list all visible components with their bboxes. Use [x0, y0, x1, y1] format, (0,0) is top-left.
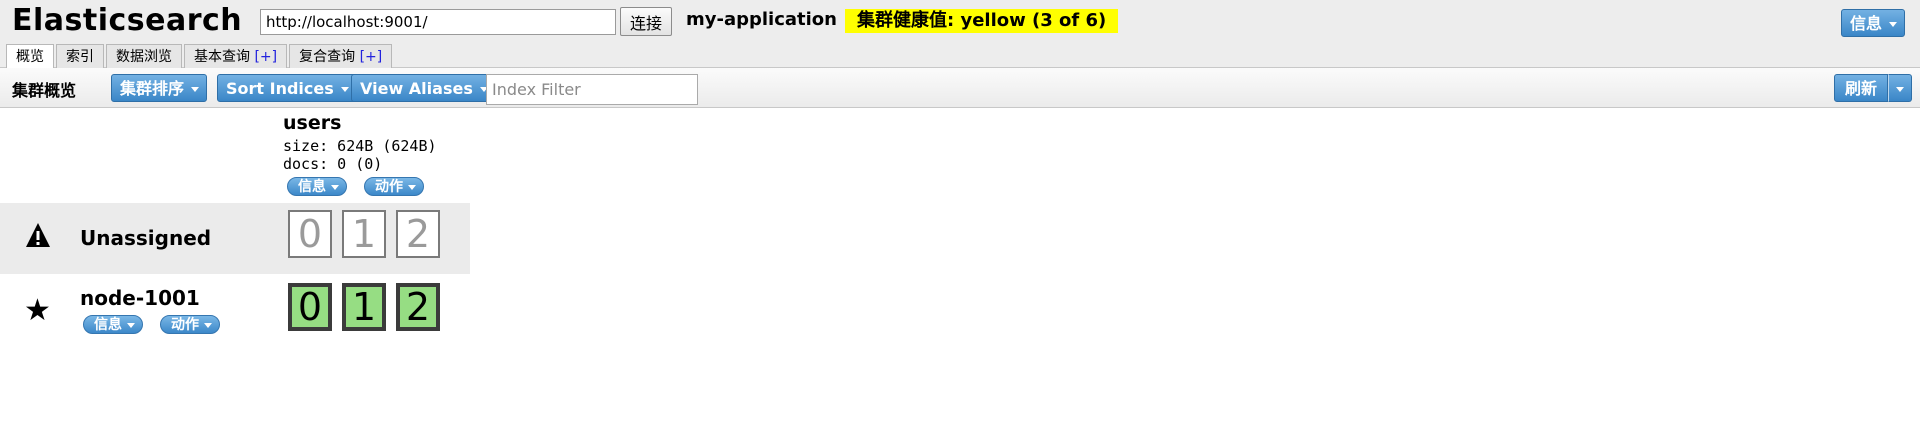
- tab-compound-query[interactable]: 复合查询 [+]: [289, 44, 393, 68]
- caret-down-icon: [340, 87, 349, 92]
- top-bar: Elasticsearch 连接 my-application 集群健康值: y…: [0, 0, 1920, 69]
- app-title: Elasticsearch: [12, 3, 243, 38]
- connect-button[interactable]: 连接: [620, 7, 672, 36]
- tab-overview[interactable]: 概览: [6, 44, 54, 69]
- tab-indices[interactable]: 索引: [56, 44, 104, 68]
- caret-down-icon: [204, 323, 212, 328]
- view-aliases-label: View Aliases: [360, 79, 473, 98]
- index-name: users: [283, 112, 342, 134]
- sort-cluster-button[interactable]: 集群排序: [111, 74, 208, 102]
- tab-label: 索引: [66, 49, 94, 65]
- node-name: node-1001: [80, 286, 200, 310]
- index-docs: docs: 0 (0): [283, 155, 383, 173]
- toolbar-title: 集群概览: [12, 81, 77, 100]
- tab-bar: 概览 索引 数据浏览 基本查询 [+] 复合查询 [+]: [6, 44, 394, 69]
- tab-plus[interactable]: [+]: [254, 49, 277, 65]
- index-filter-input[interactable]: [486, 74, 698, 105]
- shard-node-0[interactable]: 0: [288, 283, 332, 331]
- shard-node-2[interactable]: 2: [396, 283, 440, 331]
- tab-browser[interactable]: 数据浏览: [106, 44, 182, 68]
- view-aliases-button[interactable]: View Aliases: [351, 74, 496, 102]
- node-info-label: 信息: [94, 317, 122, 333]
- caret-down-icon: [408, 185, 416, 190]
- caret-down-icon: [1896, 87, 1904, 92]
- index-size: size: 624B (624B): [283, 137, 437, 155]
- tab-label: 数据浏览: [116, 49, 172, 65]
- refresh-button[interactable]: 刷新: [1833, 74, 1888, 102]
- index-info-label: 信息: [298, 179, 326, 195]
- sort-cluster-label: 集群排序: [120, 79, 185, 98]
- tab-plus[interactable]: [+]: [360, 49, 383, 65]
- caret-down-icon: [1889, 22, 1897, 27]
- tab-label: 基本查询: [194, 49, 250, 65]
- refresh-options-button[interactable]: [1888, 74, 1912, 102]
- node-action-button[interactable]: 动作: [160, 315, 220, 334]
- tab-basic-query[interactable]: 基本查询 [+]: [184, 44, 288, 68]
- caret-down-icon: [331, 185, 339, 190]
- caret-down-icon: [191, 87, 200, 92]
- shard-node-1[interactable]: 1: [342, 283, 386, 331]
- shard-unassigned-2[interactable]: 2: [396, 210, 440, 258]
- warning-icon: [26, 223, 50, 247]
- tab-label: 概览: [16, 49, 44, 65]
- tab-label: 复合查询: [299, 49, 356, 65]
- shard-unassigned-1[interactable]: 1: [342, 210, 386, 258]
- node-action-label: 动作: [171, 317, 199, 333]
- cluster-health-badge: 集群健康值: yellow (3 of 6): [845, 9, 1119, 33]
- node-info-button[interactable]: 信息: [83, 315, 143, 334]
- cluster-url-input[interactable]: [260, 9, 616, 35]
- info-menu-button[interactable]: 信息: [1840, 9, 1905, 37]
- cluster-name: my-application: [686, 9, 837, 30]
- info-menu-label: 信息: [1849, 14, 1882, 33]
- sort-indices-label: Sort Indices: [226, 79, 334, 98]
- master-star-icon: ★: [24, 293, 51, 328]
- caret-down-icon: [127, 323, 135, 328]
- cluster-toolbar: 集群概览 集群排序 Sort Indices View Aliases 刷新: [0, 68, 1920, 108]
- shard-unassigned-0[interactable]: 0: [288, 210, 332, 258]
- index-info-button[interactable]: 信息: [287, 177, 347, 196]
- unassigned-label: Unassigned: [80, 226, 212, 250]
- index-action-label: 动作: [375, 179, 403, 195]
- index-action-button[interactable]: 动作: [364, 177, 424, 196]
- sort-indices-button[interactable]: Sort Indices: [217, 74, 357, 102]
